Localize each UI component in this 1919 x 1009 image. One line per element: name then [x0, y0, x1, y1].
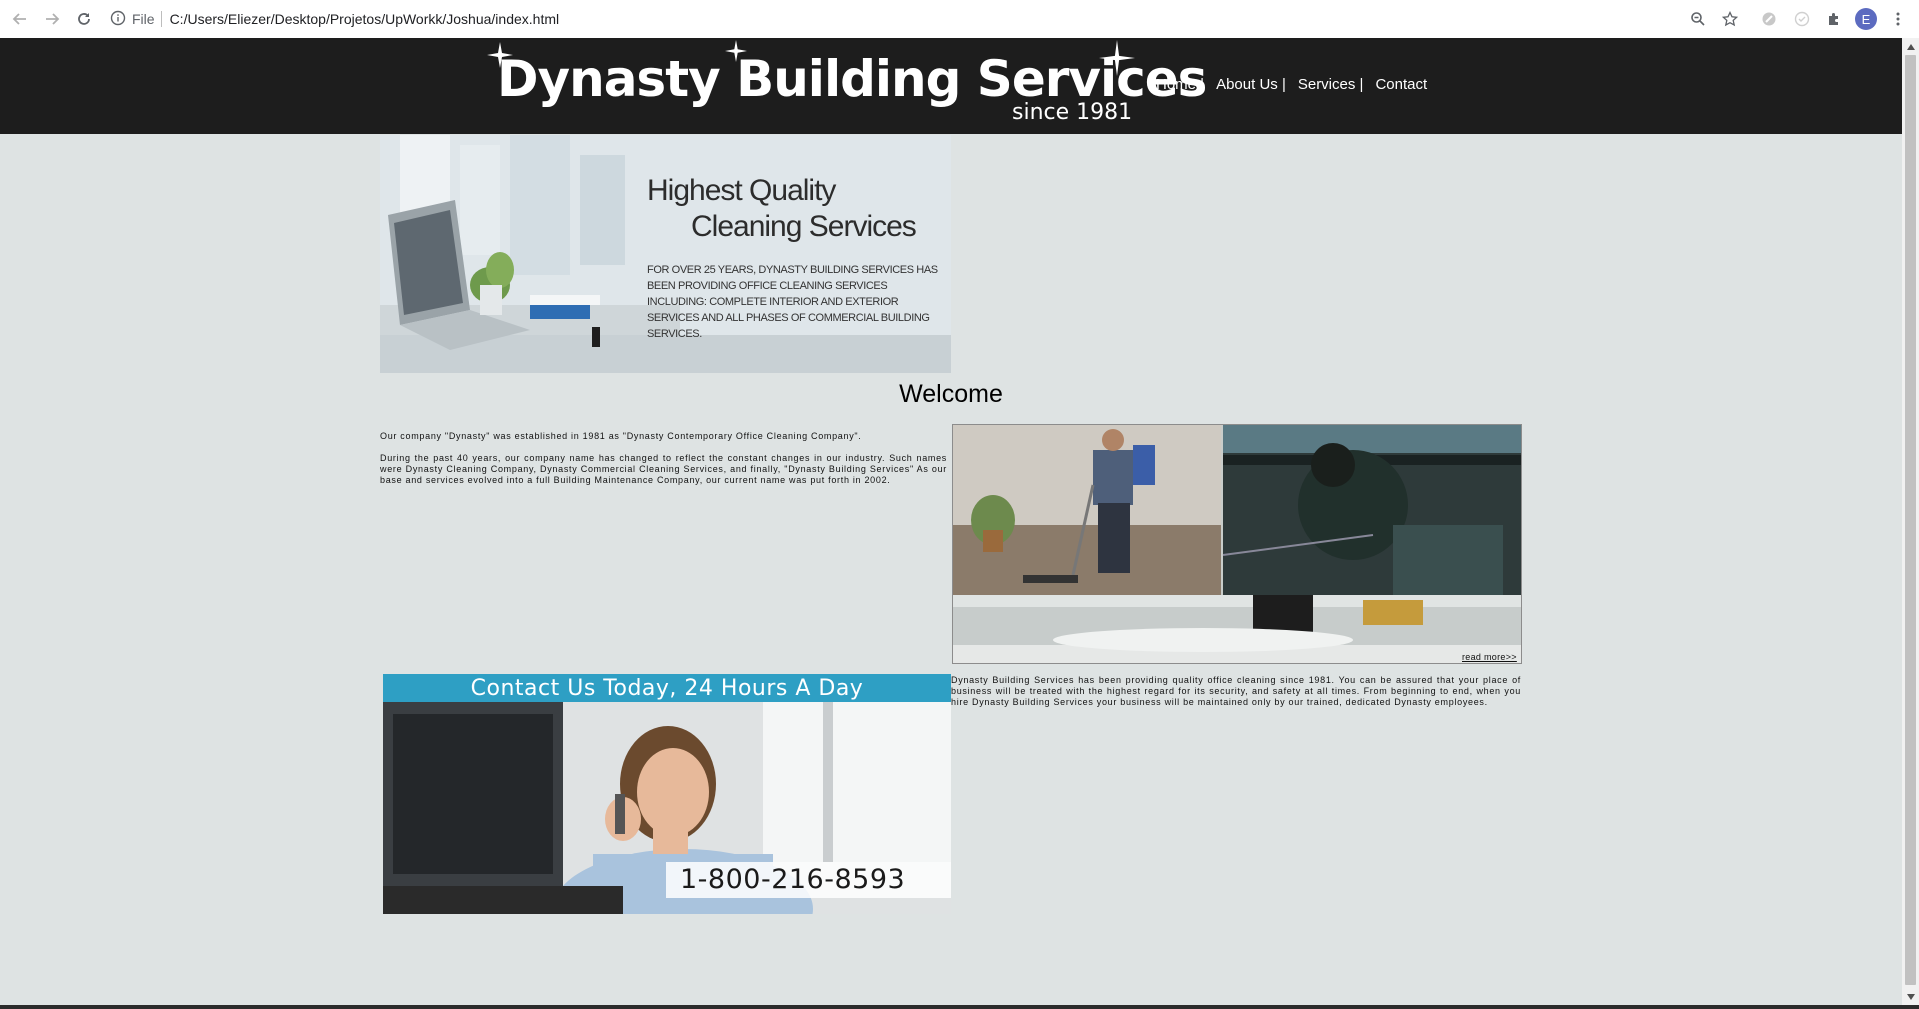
cleaning-collage-image [952, 424, 1522, 664]
site-header: Dynasty Building Services since 1981 Hom… [0, 38, 1902, 134]
star-icon[interactable] [1718, 7, 1742, 31]
hero-heading-line1: Highest Quality [647, 174, 836, 207]
page-viewport: Dynasty Building Services since 1981 Hom… [0, 38, 1902, 1005]
scrollbar-thumb[interactable] [1905, 55, 1916, 985]
scroll-up-icon[interactable] [1902, 38, 1919, 55]
main-nav: Home | About Us | Services | Contact [1156, 76, 1427, 93]
nav-about-us[interactable]: About Us | [1216, 76, 1286, 93]
sparkle-icon [1099, 40, 1135, 76]
hero-heading: Highest Quality Cleaning Services [647, 173, 947, 245]
hero-text: FOR OVER 25 YEARS, DYNASTY BUILDING SERV… [647, 264, 938, 340]
contact-banner-title: Contact Us Today, 24 Hours A Day [383, 674, 951, 702]
forward-arrow-icon[interactable] [40, 7, 64, 31]
welcome-title: Welcome [899, 380, 1003, 408]
extension-icon[interactable] [1790, 7, 1814, 31]
intro-paragraph-1: Our company "Dynasty" was established in… [380, 431, 862, 441]
site-logo[interactable]: Dynasty Building Services since 1981 [487, 40, 1207, 130]
profile-avatar[interactable]: E [1855, 8, 1877, 30]
extension-icon[interactable] [1757, 7, 1781, 31]
nav-services[interactable]: Services | [1298, 76, 1364, 93]
intro-text: Our company "Dynasty" was established in… [380, 431, 947, 497]
reload-icon[interactable] [72, 7, 96, 31]
sparkle-icon [487, 42, 513, 68]
back-arrow-icon[interactable] [8, 7, 32, 31]
url-text[interactable]: C:/Users/Eliezer/Desktop/Projetos/UpWork… [170, 11, 560, 27]
hero-heading-line2: Cleaning Services [691, 210, 917, 243]
intro-paragraph-2: During the past 40 years, our company na… [380, 453, 947, 485]
contact-phone-number: 1-800-216-8593 [666, 862, 951, 898]
nav-contact[interactable]: Contact [1375, 76, 1427, 93]
puzzle-icon[interactable] [1822, 7, 1846, 31]
nav-home[interactable]: Home | [1156, 76, 1204, 93]
info-icon[interactable] [110, 10, 126, 29]
scroll-down-icon[interactable] [1902, 988, 1919, 1005]
contact-banner-image[interactable]: Contact Us Today, 24 Hours A Day 1-800-2… [383, 674, 951, 914]
read-more-link[interactable]: read more>> [1462, 652, 1517, 662]
window-bottom-edge [0, 1005, 1919, 1009]
hero-banner: Highest Quality Cleaning Services FOR OV… [380, 135, 951, 373]
about-text: Dynasty Building Services has been provi… [951, 675, 1521, 707]
address-separator [160, 11, 162, 27]
address-bar[interactable]: File C:/Users/Eliezer/Desktop/Projetos/U… [110, 4, 1700, 34]
logo-subtitle: since 1981 [1012, 100, 1133, 125]
browser-toolbar: File C:/Users/Eliezer/Desktop/Projetos/U… [0, 0, 1919, 39]
page-scrollbar[interactable] [1902, 38, 1919, 1005]
zoom-icon[interactable] [1686, 7, 1710, 31]
more-icon[interactable] [1886, 7, 1910, 31]
cleaning-collage-graphic [953, 425, 1521, 663]
file-label: File [132, 11, 155, 27]
sparkle-icon [725, 40, 747, 62]
